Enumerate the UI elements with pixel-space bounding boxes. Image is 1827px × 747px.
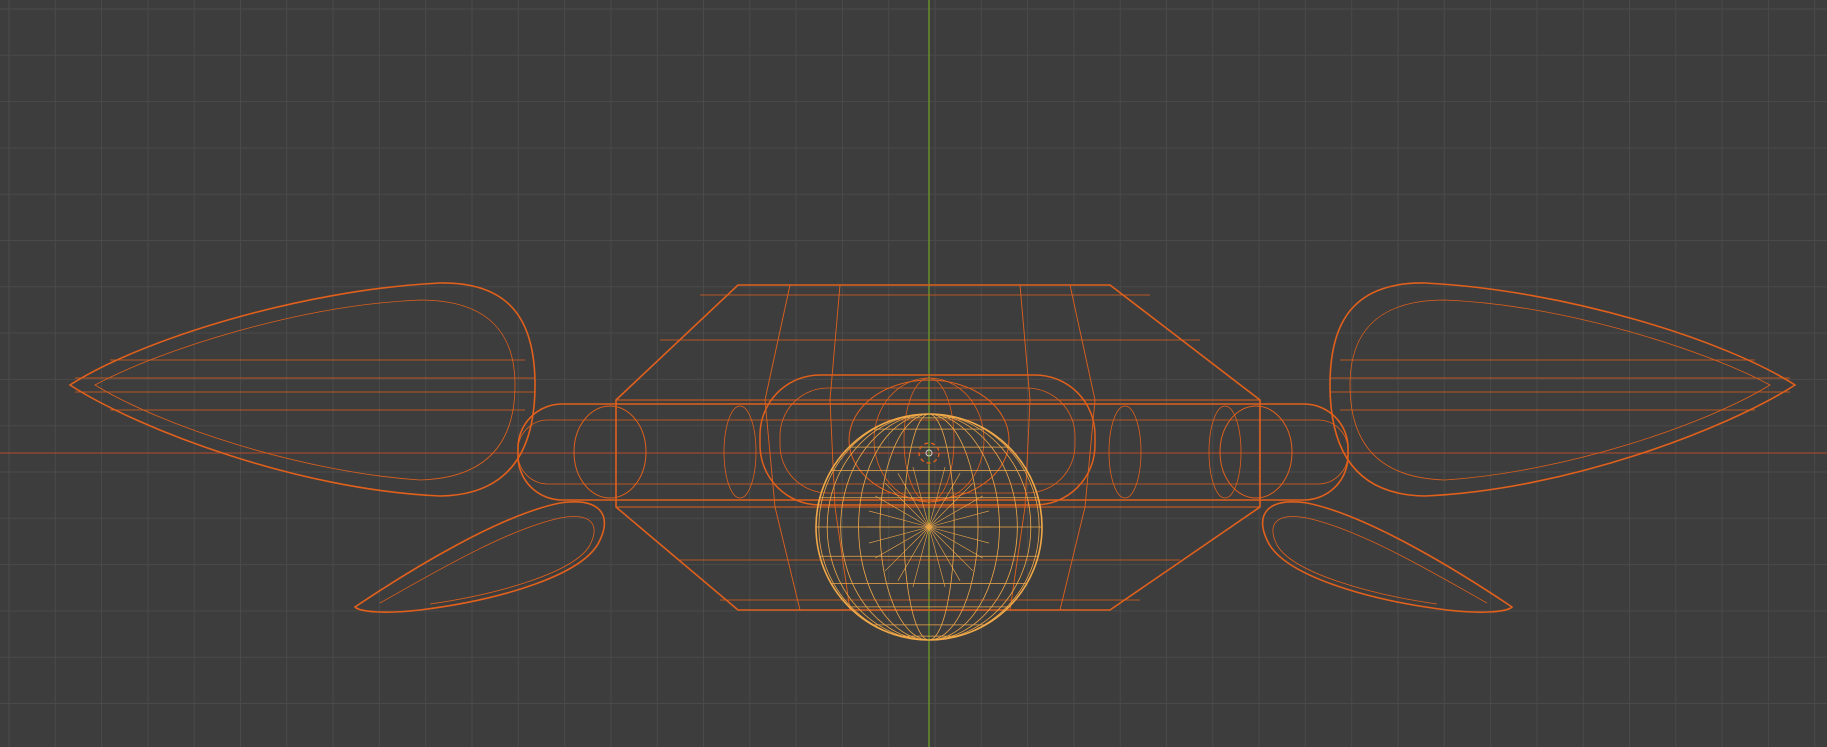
sphere-wire [928,526,946,588]
sphere-wire [912,526,930,588]
sphere-wire [897,526,930,581]
engine-pod-right-mesh[interactable] [1329,282,1797,497]
cockpit-top-mesh[interactable] [759,374,1096,506]
sphere-wire [928,526,983,559]
sphere-wire [868,510,930,528]
3d-viewport[interactable] [0,0,1827,747]
sphere-wire [928,526,961,581]
viewport-grid [0,0,1827,747]
sphere-wire [868,526,930,544]
viewport-canvas[interactable] [0,0,1827,747]
sphere-wire [928,526,990,544]
engine-pod-left-mesh[interactable] [68,282,536,497]
cross-beam-mesh[interactable] [517,403,1349,501]
sphere-wire [928,510,990,528]
sphere-wire [875,526,930,559]
